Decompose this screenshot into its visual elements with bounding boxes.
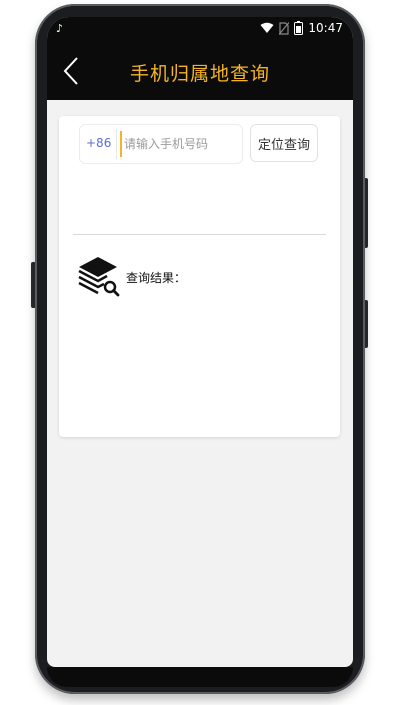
bottom-bezel (47, 667, 353, 687)
no-sim-icon (279, 21, 290, 35)
books-search-icon (78, 257, 120, 297)
phone-number-input[interactable] (120, 131, 242, 157)
device-frame: ♪ 10:47 手机归属地查询 +86 请输入手机号码 定位查询 查询结果： (0, 0, 402, 705)
page-title: 手机归属地查询 (129, 63, 270, 85)
tiktok-icon: ♪ (56, 22, 64, 35)
country-code: +86 (86, 136, 112, 150)
section-divider (73, 234, 326, 235)
query-card: +86 定位查询 查询结果： (59, 116, 340, 437)
battery-icon (294, 21, 304, 35)
wifi-icon (260, 22, 274, 33)
status-bar: ♪ 10:47 (47, 17, 353, 43)
phone-number-field[interactable]: +86 (79, 124, 243, 164)
status-time: 10:47 (308, 21, 343, 35)
result-label: 查询结果： (126, 271, 187, 285)
app-bar: 手机归属地查询 (47, 43, 353, 100)
app-screen: ♪ 10:47 手机归属地查询 +86 请输入手机号码 定位查询 查询结果： (47, 17, 353, 667)
field-divider (116, 129, 117, 159)
locate-query-button[interactable]: 定位查询 (250, 124, 318, 162)
status-icons: 10:47 (260, 21, 343, 35)
